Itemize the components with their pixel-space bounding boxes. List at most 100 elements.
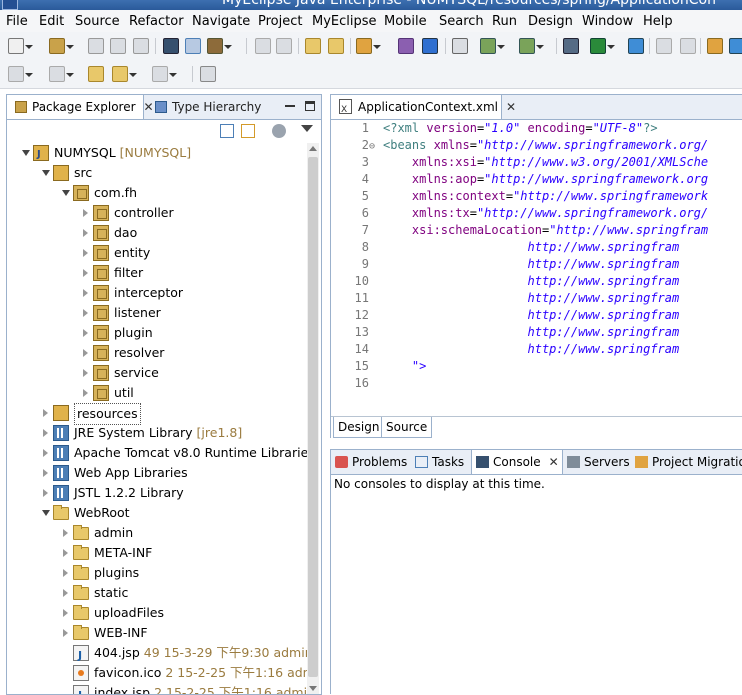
print-icon[interactable] (133, 38, 149, 54)
collapsed-chevron-icon[interactable] (61, 543, 71, 563)
pin-editor-icon[interactable] (200, 66, 216, 82)
code-area[interactable]: 1 <?xml version="1.0" encoding="UTF-8"?> 2… (331, 120, 742, 416)
menu-refactor[interactable]: Refactor (129, 14, 184, 29)
code-line[interactable]: 8 http://www.springfram (331, 239, 679, 256)
tab-tasks[interactable]: Tasks (415, 450, 464, 474)
class-box-icon[interactable] (422, 38, 438, 54)
collapsed-chevron-icon[interactable] (81, 203, 91, 223)
view-menu-icon[interactable] (272, 124, 286, 138)
collapsed-chevron-icon[interactable] (81, 343, 91, 363)
redo-icon[interactable] (276, 38, 292, 54)
tab-design[interactable]: Design (333, 417, 385, 438)
tools-icon[interactable] (207, 38, 232, 54)
save-icon[interactable] (88, 38, 104, 54)
collapsed-chevron-icon[interactable] (41, 483, 51, 503)
menu-source[interactable]: Source (75, 14, 120, 29)
tab-project-migration[interactable]: Project Migration (635, 450, 742, 474)
collapsed-chevron-icon[interactable] (61, 523, 71, 543)
collapsed-chevron-icon[interactable] (81, 363, 91, 383)
code-line[interactable]: 12 http://www.springfram (331, 307, 680, 324)
code-line[interactable]: 13 http://www.springfram (331, 324, 680, 341)
scroll-up-arrow-icon[interactable] (309, 146, 317, 151)
settings-icon[interactable] (707, 38, 723, 54)
link-with-editor-icon[interactable] (241, 124, 255, 138)
collapsed-chevron-icon[interactable] (41, 403, 51, 423)
code-line[interactable]: 4 xmlns:aop="http://www.springframework.… (331, 171, 708, 188)
code-line[interactable]: 5 xmlns:context="http://www.springframew… (331, 188, 708, 205)
run-wizard-icon[interactable] (480, 38, 505, 54)
menu-project[interactable]: Project (258, 14, 302, 29)
collapsed-chevron-icon[interactable] (81, 223, 91, 243)
menu-design[interactable]: Design (528, 14, 573, 29)
forward-icon[interactable] (152, 66, 177, 82)
tab-source[interactable]: Source (381, 417, 433, 438)
calendar-icon[interactable] (452, 38, 468, 54)
last-edit-icon[interactable] (88, 66, 104, 82)
collapsed-chevron-icon[interactable] (81, 323, 91, 343)
next-annotation-icon[interactable] (8, 66, 33, 82)
collapsed-chevron-icon[interactable] (41, 443, 51, 463)
close-icon[interactable]: ✕ (549, 455, 559, 469)
expanded-chevron-icon[interactable] (41, 163, 51, 183)
tab-type-hierarchy[interactable]: Type Hierarchy (147, 95, 287, 119)
code-line[interactable]: 14 http://www.springfram (331, 341, 680, 358)
menu-help[interactable]: Help (643, 14, 673, 29)
code-line[interactable]: 7 xsi:schemaLocation="http://www.springf… (331, 222, 708, 239)
collapsed-chevron-icon[interactable] (61, 583, 71, 603)
tab-console[interactable]: Console ✕ (471, 450, 563, 474)
deploy-icon[interactable] (356, 38, 381, 54)
collapsed-chevron-icon[interactable] (61, 603, 71, 623)
collapsed-chevron-icon[interactable] (81, 383, 91, 403)
code-line[interactable]: 16 (331, 375, 383, 392)
collapse-all-icon[interactable] (220, 124, 234, 138)
collapsed-chevron-icon[interactable] (41, 463, 51, 483)
prev-annotation-icon[interactable] (49, 66, 74, 82)
expanded-chevron-icon[interactable] (21, 143, 31, 163)
menu-run[interactable]: Run (492, 14, 517, 29)
tab-problems[interactable]: Problems (335, 450, 407, 474)
collapsed-chevron-icon[interactable] (81, 303, 91, 323)
maximize-icon[interactable] (305, 101, 315, 111)
debug-wizard-icon[interactable] (519, 38, 544, 54)
back-icon[interactable] (112, 66, 137, 82)
menu-navigate[interactable]: Navigate (192, 14, 250, 29)
close-icon[interactable]: ✕ (506, 100, 516, 114)
vertical-scrollbar[interactable] (307, 143, 319, 694)
nav-back-icon[interactable] (656, 38, 672, 54)
fold-collapse-icon[interactable] (369, 137, 379, 155)
menu-file[interactable]: File (6, 14, 28, 29)
code-line[interactable]: 6 xmlns:tx="http://www.springframework.o… (331, 205, 708, 222)
mark-icon[interactable] (328, 38, 344, 54)
minimize-icon[interactable] (285, 101, 296, 111)
code-line[interactable]: 9 http://www.springfram (331, 256, 679, 273)
collapsed-chevron-icon[interactable] (81, 263, 91, 283)
menu-myeclipse[interactable]: MyEclipse (312, 14, 377, 29)
debug-toggle-icon[interactable] (185, 38, 201, 54)
run-server-icon[interactable] (590, 38, 615, 54)
console-toggle-icon[interactable] (163, 38, 179, 54)
code-line[interactable]: 3 xmlns:xsi="http://www.w3.org/2001/XMLS… (331, 154, 708, 171)
menu-search[interactable]: Search (439, 14, 484, 29)
menu-window[interactable]: Window (582, 14, 633, 29)
tab-package-explorer[interactable]: Package Explorer ✕ (7, 95, 154, 119)
help-icon[interactable] (729, 38, 742, 54)
tab-application-context-xml[interactable]: ApplicationContext.xml ✕ (331, 95, 516, 122)
scrollbar-thumb[interactable] (308, 157, 318, 677)
collapsed-chevron-icon[interactable] (61, 563, 71, 583)
collapsed-chevron-icon[interactable] (61, 623, 71, 643)
new-icon[interactable] (8, 38, 33, 54)
menu-mobile[interactable]: Mobile (384, 14, 427, 29)
package-box-icon[interactable] (398, 38, 414, 54)
code-line[interactable]: 15 "> (331, 358, 427, 375)
nav-forward-icon[interactable] (680, 38, 696, 54)
server-icon[interactable] (563, 38, 579, 54)
tab-servers[interactable]: Servers (567, 450, 630, 474)
undo-icon[interactable] (255, 38, 271, 54)
globe-icon[interactable] (628, 38, 644, 54)
code-line[interactable]: 1 <?xml version="1.0" encoding="UTF-8"?> (331, 120, 658, 137)
expanded-chevron-icon[interactable] (41, 503, 51, 523)
save-all-icon[interactable] (110, 38, 126, 54)
collapsed-chevron-icon[interactable] (81, 243, 91, 263)
code-line[interactable]: 10 http://www.springfram (331, 273, 680, 290)
collapsed-chevron-icon[interactable] (41, 423, 51, 443)
